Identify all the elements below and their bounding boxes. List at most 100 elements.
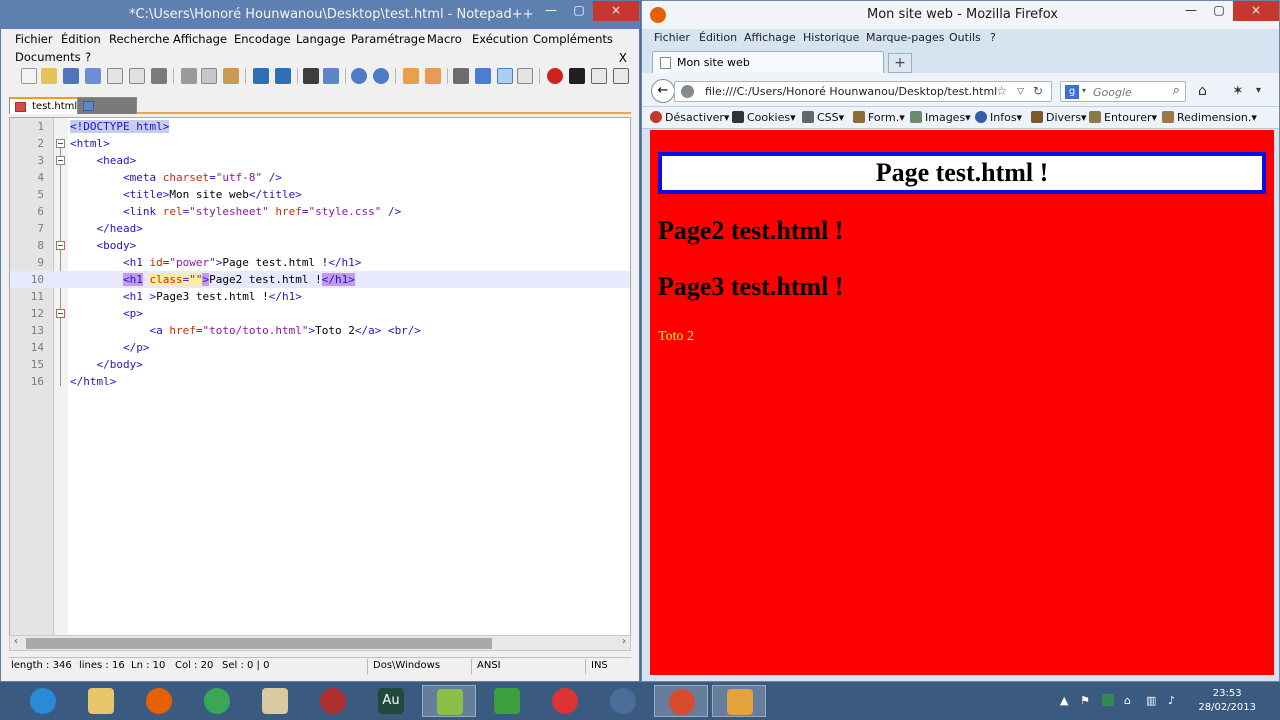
menu-documents[interactable]: Documents	[15, 50, 81, 64]
menu-langage[interactable]: Langage	[296, 32, 345, 46]
taskbar-picasa[interactable]	[538, 685, 592, 717]
taskbar-chrome-alt[interactable]	[654, 685, 708, 717]
fold-minus-icon[interactable]	[56, 139, 65, 148]
sync-horizontal-icon[interactable]	[425, 68, 441, 84]
tool-entourer[interactable]: Entourer▾	[1089, 111, 1157, 124]
horizontal-scrollbar[interactable]: ‹ ›	[9, 635, 631, 651]
replace-icon[interactable]	[323, 68, 339, 84]
npp-titlebar[interactable]: *C:\Users\Honoré Hounwanou\Desktop\test.…	[1, 1, 639, 29]
menu-complements[interactable]: Compléments	[533, 32, 613, 46]
fold-minus-icon[interactable]	[56, 241, 65, 250]
tool-css[interactable]: CSS▾	[802, 111, 844, 124]
tool-divers[interactable]: Divers▾	[1031, 111, 1087, 124]
network-app-icon[interactable]	[1102, 694, 1114, 706]
copy-icon[interactable]	[201, 68, 217, 84]
paste-icon[interactable]	[223, 68, 239, 84]
menu-affichage[interactable]: Affichage	[173, 32, 227, 46]
ff-menu-help[interactable]: ?	[990, 31, 996, 44]
close-all-icon[interactable]	[129, 68, 145, 84]
back-button[interactable]: ←	[651, 79, 675, 103]
ff-minimize-button[interactable]: —	[1177, 1, 1205, 21]
addon-icon[interactable]: ✶	[1232, 83, 1244, 99]
menu-dropdown-icon[interactable]: ▾	[1256, 85, 1261, 96]
save-all-icon[interactable]	[85, 68, 101, 84]
home-icon[interactable]: ⌂	[1198, 83, 1207, 99]
scrollbar-thumb[interactable]	[26, 638, 492, 649]
url-bar[interactable]: file:///C:/Users/Honoré Hounwanou/Deskto…	[674, 81, 1052, 102]
menu-encodage[interactable]: Encodage	[234, 32, 291, 46]
scroll-right-icon[interactable]: ›	[622, 636, 626, 647]
menu-help[interactable]: ?	[85, 50, 91, 64]
tab-other-file[interactable]	[77, 97, 137, 114]
cut-icon[interactable]	[181, 68, 197, 84]
reload-icon[interactable]: ↻	[1033, 84, 1043, 98]
taskbar-notepadpp[interactable]	[422, 685, 476, 717]
url-dropdown-icon[interactable]: ▽	[1017, 87, 1024, 97]
ff-menu-marque-pages[interactable]: Marque-pages	[866, 31, 944, 44]
ff-menu-outils[interactable]: Outils	[949, 31, 981, 44]
menu-edition[interactable]: Édition	[61, 32, 101, 46]
npp-maximize-button[interactable]: ▢	[565, 1, 593, 21]
play-multiple-macro-icon[interactable]	[613, 68, 629, 84]
taskbar-spider[interactable]	[306, 685, 360, 717]
ff-menu-fichier[interactable]: Fichier	[654, 31, 690, 44]
tool-desactiver[interactable]: Désactiver▾	[650, 111, 729, 124]
redo-icon[interactable]	[275, 68, 291, 84]
tool-form[interactable]: Form.▾	[853, 111, 905, 124]
tray-arrow-icon[interactable]: ▲	[1060, 694, 1068, 707]
close-document-button[interactable]: X	[619, 51, 627, 65]
menu-execution[interactable]: Exécution	[472, 32, 528, 46]
undo-icon[interactable]	[253, 68, 269, 84]
taskbar-firefox[interactable]	[132, 685, 186, 717]
menu-parametrage[interactable]: Paramétrage	[351, 32, 425, 46]
new-tab-button[interactable]: +	[888, 53, 912, 73]
sync-vertical-icon[interactable]	[403, 68, 419, 84]
taskbar-notepad-alt[interactable]	[712, 685, 766, 717]
zoom-out-icon[interactable]	[373, 68, 389, 84]
tool-infos[interactable]: Infos▾	[975, 111, 1022, 124]
play-macro-icon[interactable]	[591, 68, 607, 84]
google-engine-icon[interactable]: g	[1065, 85, 1079, 99]
taskbar-chrome[interactable]	[190, 685, 244, 717]
flag-icon[interactable]: ⚑	[1080, 694, 1090, 707]
indent-guide-icon[interactable]	[497, 68, 513, 84]
open-file-icon[interactable]	[41, 68, 57, 84]
search-icon[interactable]: ⌕	[1173, 83, 1180, 98]
taskbar-ie[interactable]	[16, 685, 70, 717]
ff-menu-affichage[interactable]: Affichage	[744, 31, 796, 44]
network-icon[interactable]: ▥	[1146, 694, 1156, 707]
npp-close-button[interactable]: ×	[593, 1, 639, 21]
taskbar-steam[interactable]	[596, 685, 650, 717]
fold-minus-icon[interactable]	[56, 309, 65, 318]
close-icon[interactable]	[107, 68, 123, 84]
scroll-left-icon[interactable]: ‹	[14, 636, 18, 647]
tab-test-html[interactable]: test.html	[9, 97, 85, 114]
word-wrap-icon[interactable]	[453, 68, 469, 84]
usb-icon[interactable]: ⌂	[1124, 694, 1131, 707]
menu-macro[interactable]: Macro	[427, 32, 462, 46]
search-box[interactable]: g ▾ Google ⌕	[1060, 81, 1186, 102]
ff-menu-edition[interactable]: Édition	[699, 31, 737, 44]
zoom-in-icon[interactable]	[351, 68, 367, 84]
ff-maximize-button[interactable]: ▢	[1205, 1, 1233, 21]
save-icon[interactable]	[63, 68, 79, 84]
ff-close-button[interactable]: ×	[1233, 1, 1279, 21]
system-clock[interactable]: 23:53 28/02/2013	[1198, 687, 1256, 715]
engine-dropdown-icon[interactable]: ▾	[1082, 86, 1086, 95]
toto-link[interactable]: Toto 2	[658, 329, 694, 345]
menu-fichier[interactable]: Fichier	[15, 32, 53, 46]
stop-macro-icon[interactable]	[569, 68, 585, 84]
show-all-chars-icon[interactable]	[475, 68, 491, 84]
print-icon[interactable]	[151, 68, 167, 84]
ff-tab-mon-site-web[interactable]: Mon site web	[652, 51, 884, 73]
taskbar-files[interactable]	[248, 685, 302, 717]
find-icon[interactable]	[303, 68, 319, 84]
npp-minimize-button[interactable]: —	[537, 1, 565, 21]
code-editor[interactable]: 1 <!DOCTYPE html> 2 <html> 3 <head> 4 <met…	[9, 117, 631, 637]
volume-icon[interactable]: ♪	[1168, 694, 1175, 707]
record-macro-icon[interactable]	[547, 68, 563, 84]
ff-titlebar[interactable]: Mon site web - Mozilla Firefox — ▢ ×	[642, 1, 1279, 29]
menu-recherche[interactable]: Recherche	[109, 32, 169, 46]
ff-menu-historique[interactable]: Historique	[803, 31, 859, 44]
fold-minus-icon[interactable]	[56, 156, 65, 165]
